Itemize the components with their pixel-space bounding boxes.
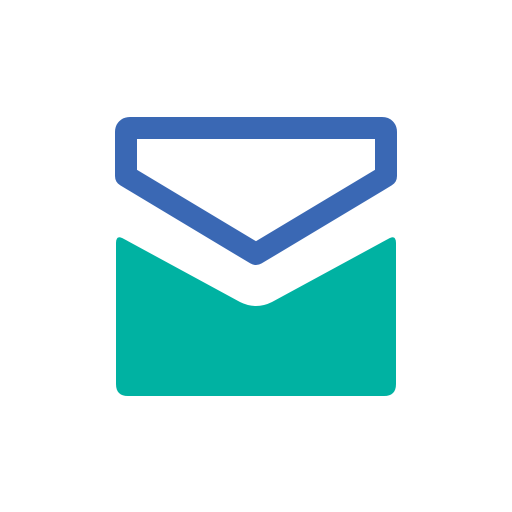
icon-canvas <box>0 0 512 512</box>
envelope-flap <box>115 117 397 265</box>
mail-envelope-icon <box>115 117 397 396</box>
